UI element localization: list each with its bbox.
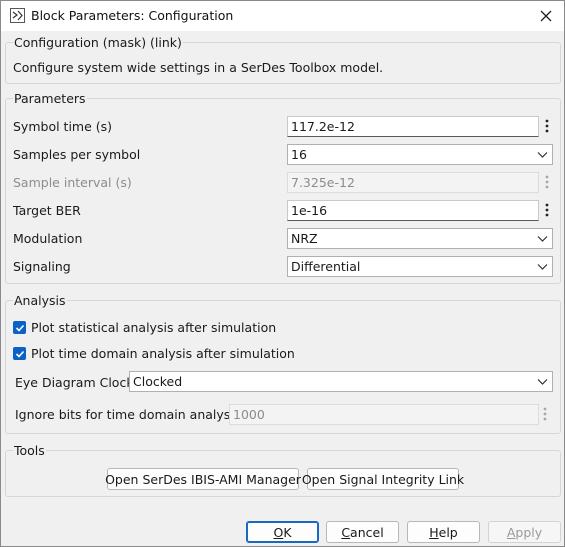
symbol-time-options-button[interactable]	[541, 116, 553, 136]
chevron-down-icon	[537, 379, 548, 385]
cancel-button[interactable]: Cancel	[326, 521, 399, 543]
plot-statistical-label[interactable]: Plot statistical analysis after simulati…	[31, 320, 276, 335]
open-ibis-ami-manager-button[interactable]: Open SerDes IBIS-AMI Manager	[105, 468, 301, 490]
vertical-ellipsis-icon	[545, 203, 549, 217]
eye-diagram-clock-label: Eye Diagram Clock	[15, 375, 134, 390]
vertical-ellipsis-icon	[543, 407, 547, 421]
help-button[interactable]: Help	[407, 521, 480, 543]
plot-time-domain-label[interactable]: Plot time domain analysis after simulati…	[31, 346, 295, 361]
title-bar: Block Parameters: Configuration	[1, 1, 564, 31]
ok-button[interactable]: OK	[246, 521, 319, 543]
samples-per-symbol-select[interactable]: 16	[287, 144, 553, 165]
checkmark-icon	[15, 350, 24, 358]
close-button[interactable]	[534, 4, 558, 28]
parameters-group-title: Parameters	[13, 91, 87, 106]
eye-diagram-clock-select[interactable]: Clocked	[129, 371, 553, 392]
sample-interval-input: 7.325e-12	[287, 172, 539, 193]
target-ber-options-button[interactable]	[541, 200, 553, 220]
plot-statistical-checkbox[interactable]	[13, 321, 26, 334]
mask-description: Configure system wide settings in a SerD…	[13, 60, 384, 75]
signaling-value: Differential	[291, 259, 361, 274]
signaling-select[interactable]: Differential	[287, 256, 553, 277]
simulink-block-icon	[10, 8, 25, 23]
modulation-select[interactable]: NRZ	[287, 228, 553, 249]
target-ber-label: Target BER	[13, 203, 81, 218]
modulation-label: Modulation	[13, 231, 83, 246]
vertical-ellipsis-icon	[545, 119, 549, 133]
apply-button: Apply	[488, 521, 561, 543]
checkmark-icon	[15, 324, 24, 332]
modulation-value: NRZ	[291, 231, 318, 246]
ignore-bits-input: 1000	[229, 404, 539, 425]
eye-diagram-clock-value: Clocked	[133, 374, 183, 389]
chevron-down-icon	[537, 264, 548, 270]
chevron-down-icon	[537, 152, 548, 158]
samples-per-symbol-value: 16	[291, 147, 307, 162]
analysis-group-title: Analysis	[13, 293, 67, 308]
mask-title: Configuration (mask) (link)	[13, 35, 183, 50]
sample-interval-options-button	[541, 172, 553, 192]
ignore-bits-options-button	[539, 404, 551, 424]
samples-per-symbol-label: Samples per symbol	[13, 147, 141, 162]
ignore-bits-label: Ignore bits for time domain analysis	[15, 407, 241, 422]
dialog-window: Block Parameters: Configuration Configur…	[0, 0, 565, 547]
symbol-time-label: Symbol time (s)	[13, 119, 113, 134]
target-ber-input[interactable]: 1e-16	[287, 200, 539, 221]
symbol-time-input[interactable]: 117.2e-12	[287, 116, 539, 137]
tools-group-title: Tools	[13, 443, 46, 458]
window-title: Block Parameters: Configuration	[31, 8, 234, 23]
signaling-label: Signaling	[13, 259, 71, 274]
plot-time-domain-checkbox[interactable]	[13, 347, 26, 360]
close-icon	[540, 10, 552, 22]
open-signal-integrity-link-button[interactable]: Open Signal Integrity Link	[302, 468, 464, 490]
chevron-down-icon	[537, 236, 548, 242]
vertical-ellipsis-icon	[545, 175, 549, 189]
sample-interval-label: Sample interval (s)	[13, 175, 132, 190]
